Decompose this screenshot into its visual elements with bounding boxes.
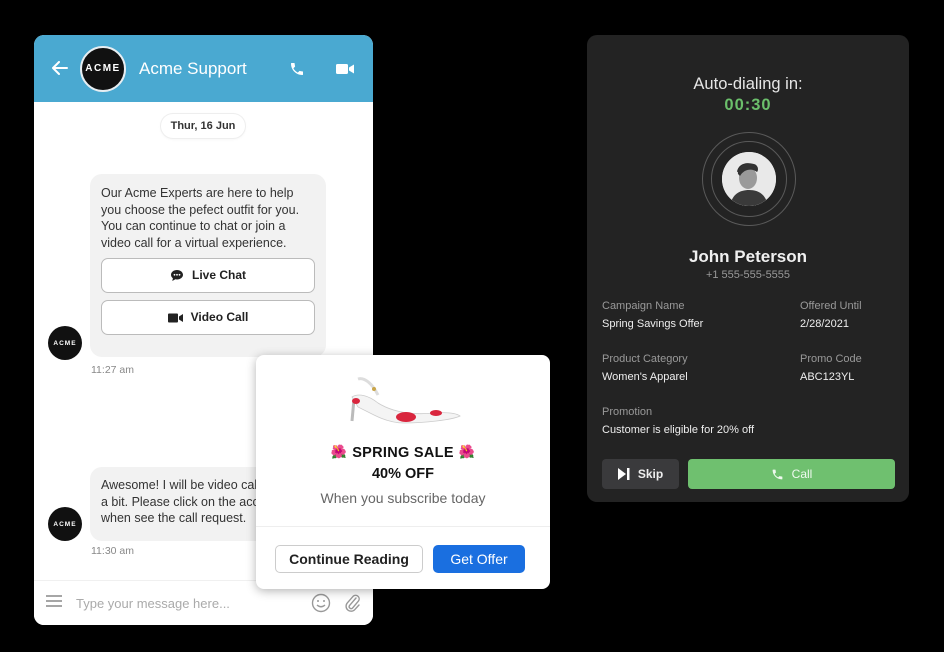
- campaign-name-label: Campaign Name: [602, 300, 685, 312]
- campaign-name-value: Spring Savings Offer: [602, 318, 704, 330]
- promotion-label: Promotion: [602, 406, 653, 418]
- phone-icon[interactable]: [285, 57, 309, 81]
- auto-dial-label: Auto-dialing in:: [693, 75, 803, 93]
- chat-header: ACME Acme Support: [34, 35, 373, 102]
- live-chat-button[interactable]: Live Chat: [101, 258, 315, 293]
- flower-icon: 🌺: [330, 444, 348, 459]
- chat-bubble-icon: [170, 270, 183, 281]
- message-bubble: Our Acme Experts are here to help you ch…: [90, 174, 326, 357]
- date-divider: Thur, 16 Jun: [161, 114, 245, 138]
- auto-dialer-card: Auto-dialing in: 00:30 John Peterson +1 …: [587, 35, 909, 502]
- paperclip-icon[interactable]: [345, 593, 361, 613]
- message-timestamp: 11:30 am: [91, 545, 134, 557]
- promo-code-label: Promo Code: [800, 353, 862, 365]
- flower-icon: 🌺: [458, 444, 476, 459]
- video-camera-icon: [167, 313, 183, 322]
- get-offer-button[interactable]: Get Offer: [433, 545, 525, 573]
- chat-title: Acme Support: [139, 58, 247, 78]
- continue-reading-button[interactable]: Continue Reading: [275, 545, 423, 573]
- contact-name: John Peterson: [688, 247, 808, 266]
- shoe-image: [350, 377, 461, 424]
- video-call-label: Video Call: [190, 310, 249, 325]
- promo-title: 🌺 SPRING SALE 🌺: [330, 444, 476, 461]
- promo-discount: 40% OFF: [371, 466, 435, 482]
- video-camera-icon[interactable]: [333, 57, 357, 81]
- promotion-value: Customer is eligible for 20% off: [602, 424, 755, 436]
- product-category-value: Women's Apparel: [602, 371, 688, 383]
- emoji-icon[interactable]: [311, 593, 331, 613]
- phone-icon: [772, 469, 783, 479]
- message-text: Our Acme Experts are here to help you ch…: [101, 186, 300, 250]
- offered-until-value: 2/28/2021: [800, 318, 849, 330]
- countdown-timer: 00:30: [724, 96, 772, 114]
- offered-until-label: Offered Until: [800, 300, 862, 312]
- video-call-button[interactable]: Video Call: [101, 300, 315, 335]
- skip-label: Skip: [637, 467, 664, 481]
- menu-icon[interactable]: [46, 594, 64, 612]
- back-arrow-icon[interactable]: [52, 59, 72, 79]
- skip-button[interactable]: Skip: [602, 459, 679, 489]
- contact-phone: +1 555-555-5555: [705, 269, 791, 281]
- skip-icon: [617, 468, 630, 480]
- promo-code-value: ABC123YL: [800, 371, 855, 383]
- call-label: Call: [791, 467, 813, 481]
- contact-avatar: [722, 152, 776, 206]
- message-input[interactable]: [76, 595, 297, 611]
- agent-avatar: ACME: [48, 326, 82, 360]
- live-chat-label: Live Chat: [191, 268, 246, 283]
- call-button[interactable]: Call: [688, 459, 895, 489]
- agent-avatar: ACME: [48, 507, 82, 541]
- message-timestamp: 11:27 am: [91, 364, 134, 376]
- divider: [256, 526, 550, 527]
- acme-logo: ACME: [80, 45, 126, 92]
- promo-subtitle: When you subscribe today: [320, 490, 486, 506]
- product-category-label: Product Category: [602, 353, 688, 365]
- promo-popup: 🌺 SPRING SALE 🌺 40% OFF When you subscribe…: [256, 355, 550, 589]
